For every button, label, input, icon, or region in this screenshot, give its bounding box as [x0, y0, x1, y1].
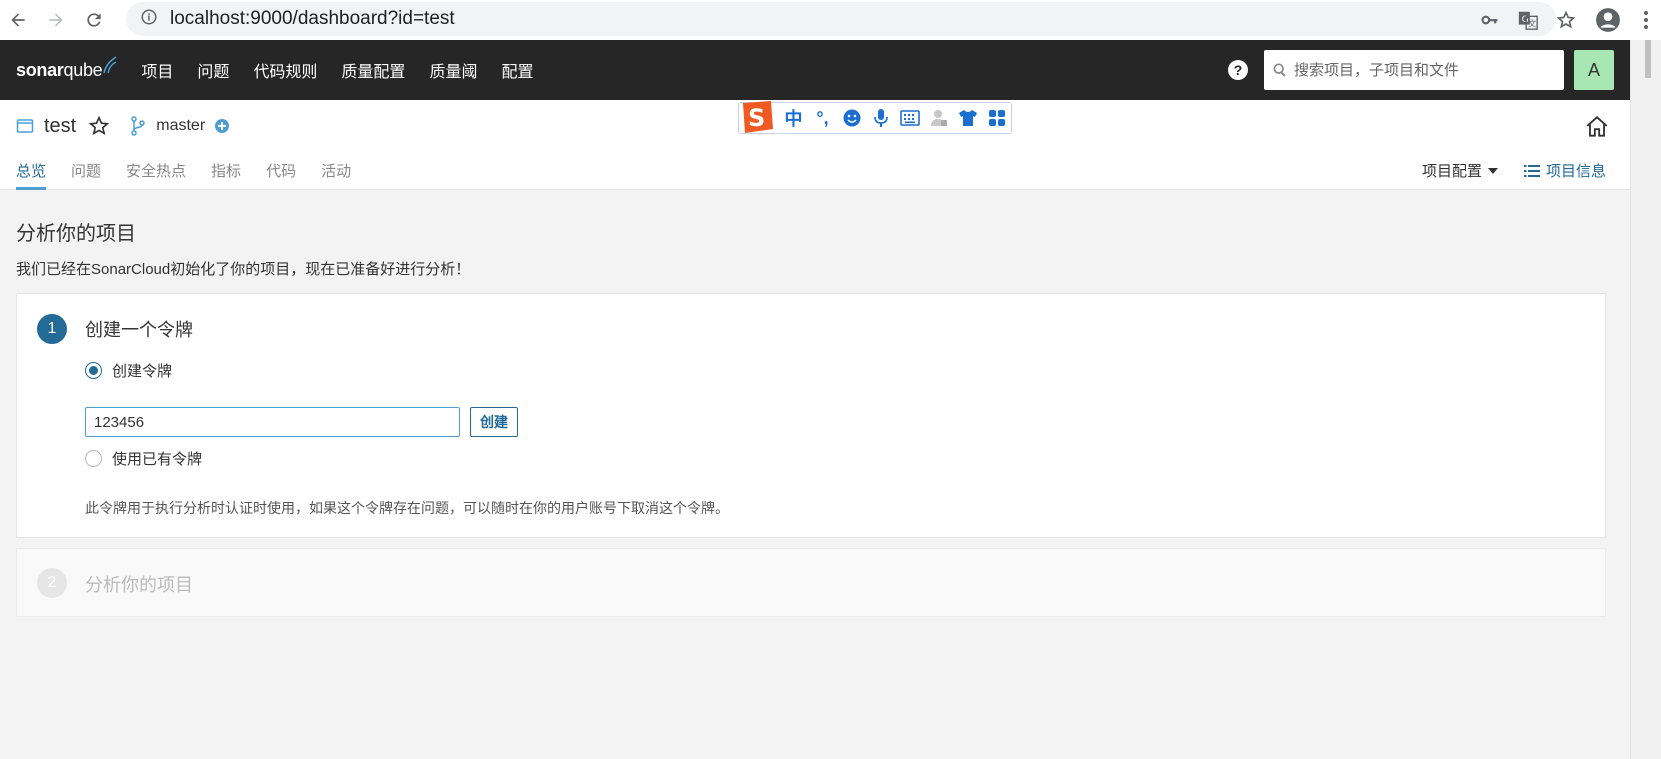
step-number: 2 — [37, 568, 67, 598]
main-navbar: sonarqube 项目 问题 代码规则 质量配置 质量阈 配置 ? A — [0, 40, 1630, 100]
project-settings-label: 项目配置 — [1421, 163, 1482, 180]
project-tabs: 总览 问题 安全热点 指标 代码 活动 — [16, 160, 376, 190]
svg-text:文: 文 — [1528, 18, 1536, 28]
keyboard-icon[interactable] — [895, 105, 924, 131]
token-name-input[interactable] — [85, 407, 460, 437]
svg-text:S: S — [748, 104, 765, 132]
step-create-token: 1 创建一个令牌 创建令牌 创建 使用已有令牌 此令牌用于执行分析时认证时使用，… — [16, 293, 1606, 538]
page-description: 我们已经在SonarCloud初始化了你的项目，现在已准备好进行分析！ — [16, 261, 471, 278]
page-scrollbar[interactable] — [1630, 40, 1661, 759]
address-bar[interactable]: localhost:9000/dashboard?id=test — [126, 2, 1556, 36]
tab-security-hotspots[interactable]: 安全热点 — [126, 160, 186, 190]
branch-name[interactable]: master — [156, 117, 205, 135]
step-analyze-project: 2 分析你的项目 — [16, 548, 1606, 617]
menu-issues[interactable]: 问题 — [185, 58, 241, 82]
radio-button-unchecked[interactable] — [85, 450, 102, 467]
project-settings-dropdown[interactable]: 项目配置 — [1422, 160, 1498, 181]
create-token-button[interactable]: 创建 — [470, 407, 518, 437]
tab-issues[interactable]: 问题 — [71, 160, 101, 190]
project-icon — [16, 119, 34, 133]
tab-overview[interactable]: 总览 — [16, 160, 47, 190]
sonarqube-logo[interactable]: sonar qube — [16, 56, 117, 81]
home-icon[interactable] — [1584, 114, 1610, 140]
list-icon — [1523, 164, 1540, 177]
menu-quality-gates[interactable]: 质量阈 — [417, 58, 489, 82]
logo-text-bold: sonar — [16, 59, 64, 80]
key-icon[interactable] — [1471, 1, 1509, 39]
ime-punctuation[interactable]: °, — [808, 105, 837, 131]
radio-create-token[interactable]: 创建令牌 — [85, 360, 172, 381]
branch-icon — [131, 116, 145, 136]
token-note: 此令牌用于执行分析时认证时使用，如果这个令牌存在问题，可以随时在你的用户账号下取… — [85, 500, 729, 516]
back-icon[interactable] — [2, 4, 34, 36]
page-title: 分析你的项目 — [16, 223, 136, 245]
tab-measures[interactable]: 指标 — [211, 160, 241, 190]
main-content: 分析你的项目 我们已经在SonarCloud初始化了你的项目，现在已准备好进行分… — [16, 190, 1606, 617]
search-icon — [1273, 63, 1286, 77]
search-input[interactable] — [1294, 61, 1554, 79]
browser-toolbar: localhost:9000/dashboard?id=test G文 — [0, 0, 1661, 40]
translate-icon[interactable]: G文 — [1509, 1, 1547, 39]
step-number: 1 — [37, 314, 67, 344]
apps-icon[interactable] — [982, 105, 1011, 131]
ime-chinese-mode[interactable]: 中 — [779, 105, 808, 131]
url-text[interactable]: localhost:9000/dashboard?id=test — [170, 8, 455, 30]
tab-code[interactable]: 代码 — [266, 160, 296, 190]
step-title: 分析你的项目 — [85, 575, 193, 595]
info-icon[interactable] — [140, 8, 158, 31]
radio-existing-token-label: 使用已有令牌 — [112, 451, 203, 468]
menu-quality-profiles[interactable]: 质量配置 — [329, 58, 417, 82]
account-icon[interactable] — [1585, 1, 1631, 39]
favorite-star-icon[interactable] — [88, 115, 110, 137]
project-info-label: 项目信息 — [1545, 163, 1606, 180]
project-info-button[interactable]: 项目信息 — [1523, 160, 1606, 181]
radio-create-token-label: 创建令牌 — [112, 363, 173, 380]
radio-button-checked[interactable] — [85, 362, 102, 379]
menu-rules[interactable]: 代码规则 — [241, 58, 329, 82]
star-icon[interactable] — [1547, 1, 1585, 39]
help-icon[interactable]: ? — [1228, 60, 1248, 80]
ime-toolbar: S 中 °, — [737, 99, 1012, 135]
step-title: 创建一个令牌 — [85, 320, 193, 340]
radio-use-existing-token[interactable]: 使用已有令牌 — [85, 448, 202, 469]
menu-projects[interactable]: 项目 — [129, 58, 185, 82]
caret-down-icon — [1487, 167, 1498, 174]
shirt-icon[interactable] — [953, 105, 982, 131]
global-search — [1264, 50, 1564, 90]
emoji-icon[interactable] — [837, 105, 866, 131]
tab-activity[interactable]: 活动 — [321, 160, 351, 190]
scrollbar-thumb[interactable] — [1645, 40, 1651, 78]
main-menu: 项目 问题 代码规则 质量配置 质量阈 配置 — [129, 58, 545, 82]
logo-text-light: qube — [63, 59, 103, 80]
project-name[interactable]: test — [44, 115, 76, 138]
forward-icon[interactable] — [40, 4, 72, 36]
reload-icon[interactable] — [78, 4, 110, 36]
sogou-logo-icon[interactable]: S — [737, 99, 777, 135]
menu-administration[interactable]: 配置 — [489, 58, 545, 82]
user-icon[interactable] — [924, 105, 953, 131]
menu-icon[interactable] — [1631, 1, 1661, 39]
mic-icon[interactable] — [866, 105, 895, 131]
branch-add-icon[interactable] — [215, 119, 230, 133]
avatar[interactable]: A — [1574, 50, 1614, 90]
